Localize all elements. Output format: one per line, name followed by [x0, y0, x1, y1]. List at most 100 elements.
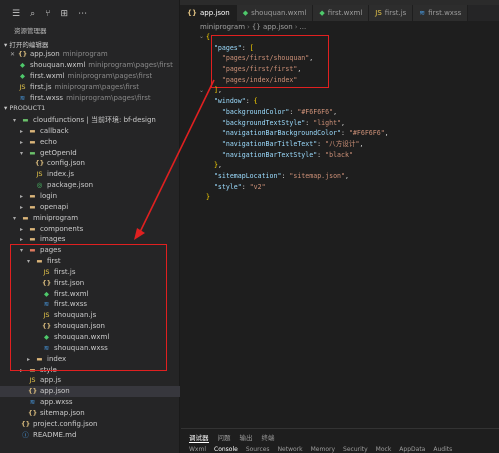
- wxss-icon: ≋: [29, 398, 36, 407]
- breadcrumb-folder[interactable]: miniprogram: [200, 23, 245, 31]
- tree-item-label: getOpenId: [40, 148, 77, 157]
- open-editor-name: shouquan.wxml: [30, 61, 86, 69]
- editor-tab[interactable]: JS first.js: [369, 5, 414, 21]
- tree-folder[interactable]: ▸ ▬ components: [0, 224, 180, 235]
- code-line: "backgroundColor": "#F6F6F6",: [221, 107, 338, 116]
- tree-file[interactable]: ≋ app.wxss: [0, 397, 180, 408]
- folder-icon: ▬: [29, 191, 36, 200]
- editor-tab-label: shouquan.wxml: [251, 9, 307, 17]
- code-line: {: [206, 33, 210, 41]
- chevron-down-icon: ▾: [13, 214, 17, 222]
- close-icon[interactable]: ✕: [10, 49, 18, 60]
- open-editors-header[interactable]: ▾ 打开的编辑器: [4, 39, 48, 49]
- devtools-tab[interactable]: Console: [214, 446, 238, 453]
- sidebar-toolbar: ☰ ⌕ ⑂ ⊞ ⋯: [0, 6, 180, 22]
- editor-tab[interactable]: ◆ shouquan.wxml: [236, 5, 314, 21]
- tree-file[interactable]: ◎ package.json: [0, 180, 180, 191]
- tree-file[interactable]: {} sitemap.json: [0, 408, 180, 419]
- open-editor-item[interactable]: JS first.js miniprogram\pages\first: [10, 82, 139, 93]
- devtools-tab[interactable]: Security: [343, 446, 368, 453]
- js-icon: JS: [29, 376, 36, 385]
- open-editors-label: 打开的编辑器: [9, 41, 49, 49]
- json-icon: {}: [18, 50, 28, 58]
- editor-tabs: {} app.json ◆ shouquan.wxml ◆ first.wxml JS fir…: [181, 5, 499, 21]
- devtools-tab[interactable]: Memory: [311, 446, 335, 453]
- devtools-tab[interactable]: Audits: [433, 446, 452, 453]
- code-line: },: [213, 161, 222, 170]
- tree-folder[interactable]: ▸ ▬ login: [0, 191, 180, 202]
- chevron-down-icon: ▾: [13, 117, 17, 124]
- editor-tab[interactable]: ≋ first.wxss: [413, 5, 469, 21]
- panel-tab[interactable]: 终端: [262, 432, 275, 443]
- panel-tab[interactable]: 问题: [218, 432, 231, 443]
- tree-item-label: sitemap.json: [40, 408, 85, 417]
- breadcrumb-file[interactable]: {} app.json: [252, 23, 293, 31]
- code-line: "pages/index/index": [221, 75, 298, 84]
- json-icon: {}: [187, 9, 197, 17]
- open-editor-item[interactable]: ◆ first.wxml miniprogram\pages\first: [10, 71, 152, 82]
- tree-file[interactable]: {} config.json: [0, 158, 180, 169]
- explorer-title: 资源管理器: [14, 27, 47, 35]
- search-icon[interactable]: ⌕: [30, 9, 35, 19]
- tree-folder[interactable]: ▾ ▬ cloudfunctions | 当前环境: bf-design: [0, 115, 180, 126]
- json-icon: {}: [35, 159, 45, 168]
- devtools-tab[interactable]: Wxml: [189, 446, 206, 453]
- code-editor[interactable]: { "pages": [ "pages/first/shouquan", "pa…: [206, 32, 389, 203]
- tree-folder[interactable]: ▸ ▬ openapi: [0, 202, 180, 213]
- open-editor-path: miniprogram: [62, 50, 108, 58]
- devtools-tab[interactable]: AppData: [399, 446, 425, 453]
- code-line: "window": {: [213, 97, 258, 106]
- open-editor-path: miniprogram\pages\first: [54, 83, 140, 91]
- editor-tab-label: first.js: [384, 9, 407, 17]
- tree-file[interactable]: JS index.js: [0, 169, 180, 180]
- breadcrumb-more[interactable]: ...: [300, 23, 307, 31]
- devtools-tab[interactable]: Sources: [246, 446, 270, 453]
- devtools-tab[interactable]: Network: [278, 446, 303, 453]
- open-editor-name: app.json: [30, 50, 60, 58]
- tree-item-label: project.config.json: [33, 419, 98, 428]
- tree-folder[interactable]: ▾ ▬ miniprogram: [0, 213, 180, 224]
- devtools-tab[interactable]: Mock: [376, 446, 392, 453]
- open-editor-item[interactable]: ✕{} app.json miniprogram: [10, 49, 108, 60]
- tree-folder[interactable]: ▸ ▬ echo: [0, 137, 180, 148]
- tree-file[interactable]: JS app.js: [0, 375, 180, 386]
- chevron-right-icon: ▸: [20, 192, 24, 200]
- open-editor-path: miniprogram\pages\first: [88, 61, 173, 69]
- wxss-icon: ≋: [419, 9, 426, 17]
- code-line: }: [206, 193, 210, 202]
- list-icon[interactable]: ☰: [12, 9, 20, 19]
- code-line: "navigationBarTextStyle": "black": [221, 150, 353, 159]
- more-icon[interactable]: ⋯: [78, 9, 87, 19]
- open-editor-item[interactable]: ◆ shouquan.wxml miniprogram\pages\first: [10, 60, 173, 71]
- tree-item-label: app.js: [40, 376, 61, 385]
- editor-tab[interactable]: {} app.json: [181, 5, 237, 21]
- grid-icon[interactable]: ⊞: [61, 9, 69, 19]
- project-header[interactable]: ▾ PRODUCT1: [4, 104, 45, 112]
- editor-tab-label: first.wxml: [327, 9, 363, 17]
- editor-tab[interactable]: ◆ first.wxml: [313, 5, 370, 21]
- project-label: PRODUCT1: [9, 104, 46, 112]
- panel-tab[interactable]: 输出: [240, 432, 253, 443]
- open-editor-item[interactable]: ≋ first.wxss miniprogram\pages\first: [10, 93, 151, 104]
- tree-folder[interactable]: ▾ ▬ getOpenId: [0, 148, 180, 159]
- panel-tab[interactable]: 调试器: [189, 432, 209, 443]
- branch-icon[interactable]: ⑂: [45, 9, 50, 19]
- chevron-right-icon: ▸: [20, 225, 24, 233]
- folder-icon: ▬: [22, 116, 29, 124]
- folder-icon: ▬: [29, 148, 36, 157]
- open-editor-name: first.js: [30, 83, 52, 91]
- tree-item-label: config.json: [47, 159, 85, 168]
- fold-chevron-icon[interactable]: ⌄: [199, 87, 204, 94]
- wxml-icon: ◆: [20, 72, 25, 80]
- tree-file[interactable]: {} project.config.json: [0, 419, 180, 430]
- tree-item-label: app.wxss: [40, 398, 73, 407]
- folder-icon: ▬: [22, 213, 29, 222]
- tree-file[interactable]: ⓘ README.md: [0, 430, 180, 441]
- tree-file[interactable]: {} app.json: [0, 386, 180, 398]
- code-line: "navigationBarBackgroundColor": "#F6F6F6…: [221, 129, 389, 138]
- folder-icon: ▬: [29, 202, 36, 211]
- fold-chevron-icon[interactable]: ⌄: [199, 33, 204, 40]
- tree-folder[interactable]: ▸ ▬ callback: [0, 126, 180, 137]
- json-icon: {}: [28, 387, 38, 396]
- code-line: "pages": [: [213, 43, 254, 52]
